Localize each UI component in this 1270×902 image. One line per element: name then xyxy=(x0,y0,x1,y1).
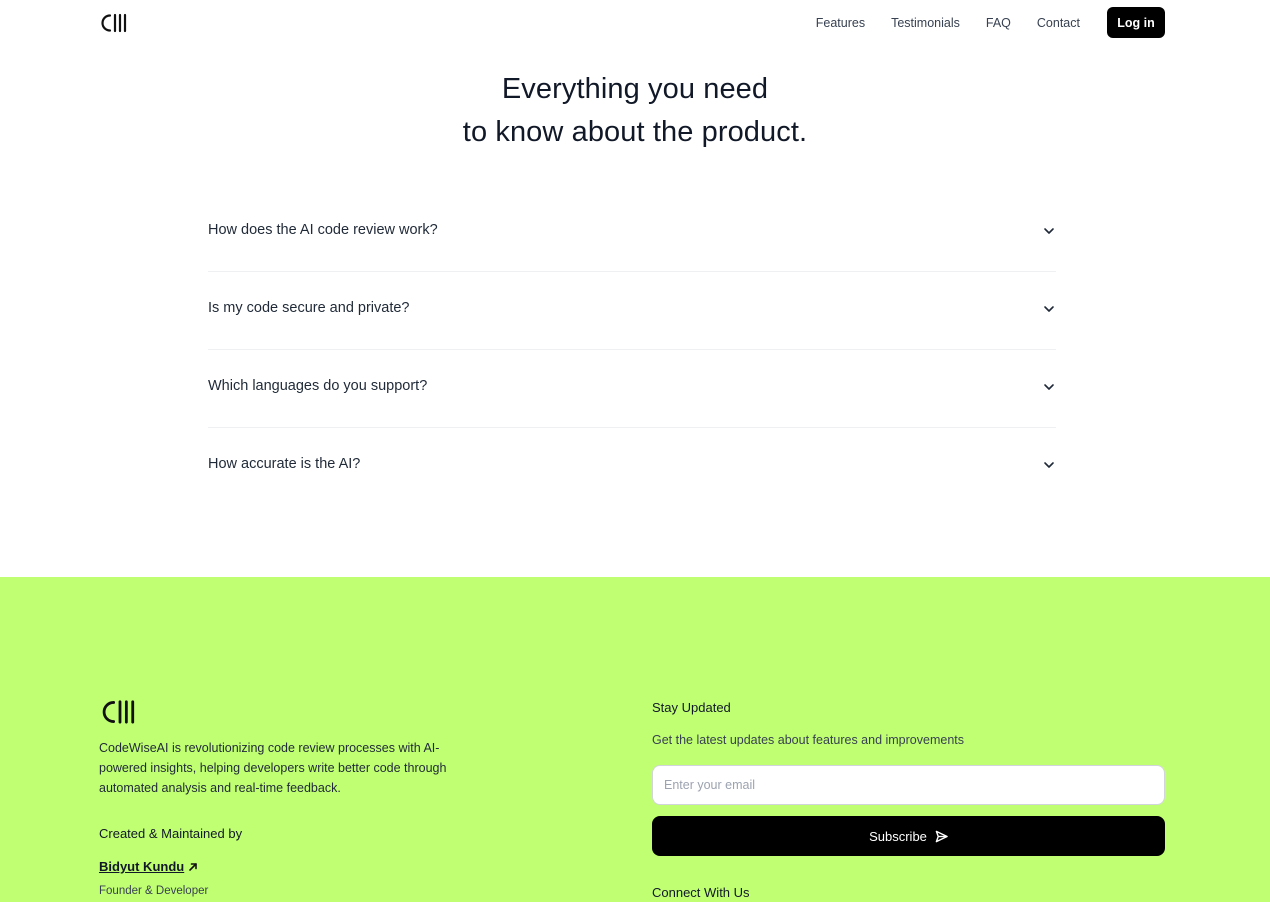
site-header: Features Testimonials FAQ Contact Log in xyxy=(0,0,1270,48)
connect-title: Connect With Us xyxy=(652,885,750,900)
nav-link-faq[interactable]: FAQ xyxy=(986,8,1011,38)
cw-logo-icon xyxy=(102,700,135,724)
chevron-down-icon[interactable] xyxy=(1042,302,1056,316)
nav-link-contact[interactable]: Contact xyxy=(1037,8,1080,38)
author-role: Founder & Developer xyxy=(99,885,209,897)
created-by-label: Created & Maintained by xyxy=(99,826,243,841)
subscribe-label: Subscribe xyxy=(869,828,927,844)
faq-question[interactable]: How does the AI code review work? xyxy=(208,222,438,238)
chevron-down-icon[interactable] xyxy=(1042,224,1056,238)
main-nav: Features Testimonials FAQ Contact Log in xyxy=(790,7,1165,38)
faq-item[interactable]: How does the AI code review work? xyxy=(208,194,1056,272)
faq-question[interactable]: Which languages do you support? xyxy=(208,378,427,394)
newsletter-subtitle: Get the latest updates about features an… xyxy=(652,733,964,747)
login-button[interactable]: Log in xyxy=(1107,7,1165,38)
faq-item[interactable]: How accurate is the AI? xyxy=(208,428,1056,506)
nav-link-testimonials[interactable]: Testimonials xyxy=(891,8,960,38)
faq-heading-line-1: Everything you need xyxy=(501,73,769,105)
faq-heading-line-2: to know about the product. xyxy=(462,116,808,148)
nav-link-features[interactable]: Features xyxy=(816,8,865,38)
author-name[interactable]: Bidyut Kundu xyxy=(99,859,184,874)
chevron-down-icon[interactable] xyxy=(1042,458,1056,472)
site-footer: CodeWiseAI is revolutionizing code revie… xyxy=(0,577,1270,902)
faq-heading: Everything you need to know about the pr… xyxy=(0,68,1270,154)
faq-question[interactable]: Is my code secure and private? xyxy=(208,300,410,316)
subscribe-button[interactable]: Subscribe xyxy=(652,816,1165,856)
send-icon xyxy=(935,830,948,842)
footer-description: CodeWiseAI is revolutionizing code revie… xyxy=(99,741,447,795)
cw-logo-icon[interactable] xyxy=(99,12,131,34)
author-link[interactable]: Bidyut Kundu xyxy=(99,859,198,874)
faq-item[interactable]: Is my code secure and private? xyxy=(208,272,1056,350)
faq-question[interactable]: How accurate is the AI? xyxy=(208,456,360,472)
arrow-up-right-icon xyxy=(189,862,198,871)
newsletter-title: Stay Updated xyxy=(652,700,731,715)
faq-list: How does the AI code review work? Is my … xyxy=(208,194,1056,506)
chevron-down-icon[interactable] xyxy=(1042,380,1056,394)
faq-item[interactable]: Which languages do you support? xyxy=(208,350,1056,428)
email-input[interactable] xyxy=(652,765,1165,805)
